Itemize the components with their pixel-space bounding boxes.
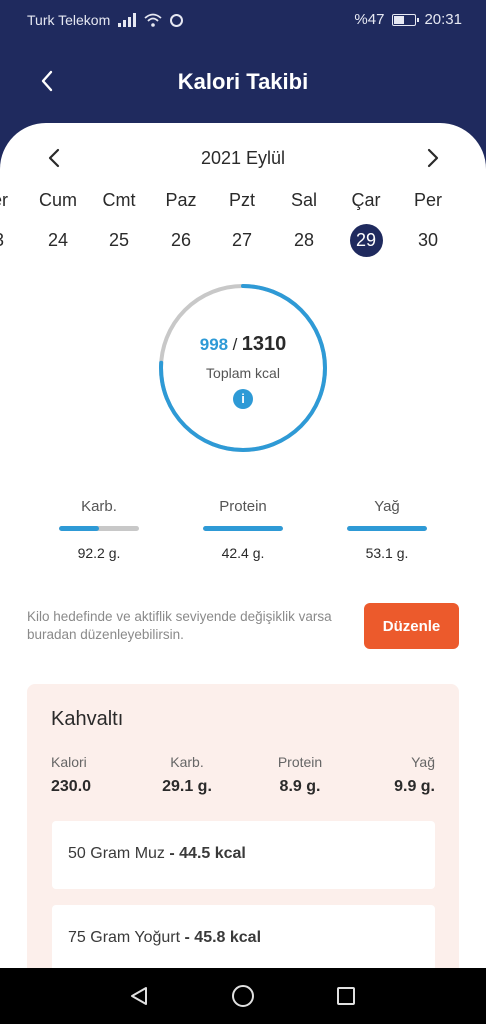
day-name: Cmt bbox=[102, 190, 136, 210]
chevron-right-icon bbox=[427, 148, 439, 168]
month-label: 2021 Eylül bbox=[200, 148, 286, 168]
info-icon[interactable]: i bbox=[233, 389, 253, 409]
meal-stat-value: 230.0 bbox=[51, 778, 92, 795]
day-cell[interactable]: Pzt 27 bbox=[214, 189, 270, 257]
day-cell[interactable]: Per 23 bbox=[0, 189, 22, 257]
content-sheet: 2021 Eylül Per 23 Cum 24 Cmt 25 Paz 26 P… bbox=[0, 123, 486, 968]
day-cell[interactable]: Paz 26 bbox=[153, 189, 209, 257]
macro-value: 92.2 g. bbox=[77, 545, 121, 561]
meal-stat-label: Protein bbox=[277, 754, 323, 770]
meal-stat-value: 8.9 g. bbox=[279, 778, 321, 795]
macro-fat: Yağ 53.1 g. bbox=[347, 498, 427, 561]
day-cell[interactable]: Per 30 bbox=[400, 189, 456, 257]
day-number: 26 bbox=[170, 230, 192, 250]
day-name: Per bbox=[413, 190, 442, 210]
system-navigation-bar bbox=[0, 968, 486, 1024]
meal-stat-protein: Protein 8.9 g. bbox=[255, 754, 345, 796]
day-strip: Per 23 Cum 24 Cmt 25 Paz 26 Pzt 27 Sal 2… bbox=[0, 189, 486, 259]
battery-percent: %47 bbox=[354, 11, 385, 28]
total-kcal-label: Toplam kcal bbox=[206, 365, 280, 381]
macro-protein: Protein 42.4 g. bbox=[203, 498, 283, 561]
day-cell[interactable]: Cmt 25 bbox=[91, 189, 147, 257]
square-recents-icon bbox=[337, 987, 355, 1005]
macro-progress-fill bbox=[59, 526, 99, 531]
next-month-button[interactable] bbox=[419, 145, 447, 171]
food-kcal: - 44.5 kcal bbox=[164, 845, 246, 862]
status-bar: Turk Telekom %47 20:31 bbox=[0, 0, 486, 42]
meal-stat-label: Yağ bbox=[411, 754, 435, 770]
food-kcal: - 45.8 kcal bbox=[180, 929, 262, 946]
app-header: Kalori Takibi bbox=[0, 42, 486, 122]
macro-name: Karb. bbox=[81, 498, 117, 515]
macro-progress-fill bbox=[203, 526, 283, 531]
signal-icon bbox=[118, 13, 137, 27]
macro-value: 42.4 g. bbox=[221, 545, 265, 561]
macro-name: Protein bbox=[219, 498, 267, 515]
food-name: 50 Gram Muz bbox=[68, 845, 165, 862]
food-item[interactable]: 75 Gram Yoğurt - 45.8 kcal bbox=[52, 905, 435, 968]
meal-stat-calories: Kalori 230.0 bbox=[51, 754, 141, 796]
meal-stat-fat: Yağ 9.9 g. bbox=[345, 754, 435, 796]
calorie-summary: 998 / 1310 Toplam kcal bbox=[158, 333, 328, 381]
day-cell[interactable]: Sal 28 bbox=[276, 189, 332, 257]
goal-kcal: 1310 bbox=[241, 333, 287, 355]
edit-button[interactable]: Düzenle bbox=[364, 603, 459, 649]
macro-progress-bar bbox=[59, 526, 139, 531]
triangle-back-icon bbox=[131, 987, 147, 1005]
macro-value: 53.1 g. bbox=[365, 545, 409, 561]
food-name: 75 Gram Yoğurt bbox=[68, 929, 181, 946]
macro-progress-bar bbox=[347, 526, 427, 531]
meal-stat-value: 9.9 g. bbox=[394, 778, 435, 795]
circle-home-icon bbox=[232, 985, 254, 1007]
meal-stat-label: Karb. bbox=[170, 754, 204, 770]
day-number: 30 bbox=[417, 230, 439, 250]
macro-carbs: Karb. 92.2 g. bbox=[59, 498, 139, 561]
day-name: Per bbox=[0, 190, 8, 210]
macro-progress-fill bbox=[347, 526, 427, 531]
battery-icon bbox=[392, 13, 420, 26]
food-item-text: 50 Gram Muz - 44.5 kcal bbox=[68, 845, 246, 863]
day-name: Paz bbox=[165, 190, 197, 210]
kcal-separator: / bbox=[232, 335, 238, 354]
day-name: Pzt bbox=[228, 190, 255, 210]
day-number: 23 bbox=[0, 224, 11, 257]
day-cell-selected[interactable]: Çar 29 bbox=[338, 189, 394, 257]
meal-card-breakfast: Kahvaltı Kalori 230.0 Karb. 29.1 g. Prot… bbox=[27, 684, 459, 968]
meal-title: Kahvaltı bbox=[51, 708, 124, 730]
day-name: Cum bbox=[38, 190, 77, 210]
meal-stat-value: 29.1 g. bbox=[162, 778, 212, 795]
day-name: Sal bbox=[290, 190, 317, 210]
meal-stat-carbs: Karb. 29.1 g. bbox=[142, 754, 232, 796]
macro-progress-bar bbox=[203, 526, 283, 531]
day-name: Çar bbox=[351, 190, 381, 210]
day-number: 24 bbox=[47, 230, 69, 250]
selected-day-number: 29 bbox=[349, 224, 383, 257]
day-number: 25 bbox=[108, 230, 130, 250]
page-title: Kalori Takibi bbox=[177, 69, 309, 94]
day-number: 28 bbox=[293, 230, 315, 250]
meal-stat-label: Kalori bbox=[51, 754, 87, 770]
nav-back-button[interactable] bbox=[124, 981, 154, 1011]
consumed-kcal: 998 bbox=[199, 335, 229, 354]
food-item[interactable]: 50 Gram Muz - 44.5 kcal bbox=[52, 821, 435, 889]
nav-recents-button[interactable] bbox=[331, 981, 361, 1011]
day-number: 27 bbox=[231, 230, 253, 250]
wifi-icon bbox=[144, 13, 162, 27]
food-item-text: 75 Gram Yoğurt - 45.8 kcal bbox=[68, 929, 261, 947]
month-navigator: 2021 Eylül bbox=[0, 145, 486, 171]
day-cell[interactable]: Cum 24 bbox=[30, 189, 86, 257]
carrier-name: Turk Telekom bbox=[27, 12, 111, 28]
clock: 20:31 bbox=[424, 11, 462, 28]
macro-name: Yağ bbox=[374, 498, 400, 515]
edit-hint-text: Kilo hedefinde ve aktiflik seviyende değ… bbox=[27, 609, 332, 642]
sync-icon bbox=[170, 13, 184, 27]
nav-home-button[interactable] bbox=[228, 981, 258, 1011]
